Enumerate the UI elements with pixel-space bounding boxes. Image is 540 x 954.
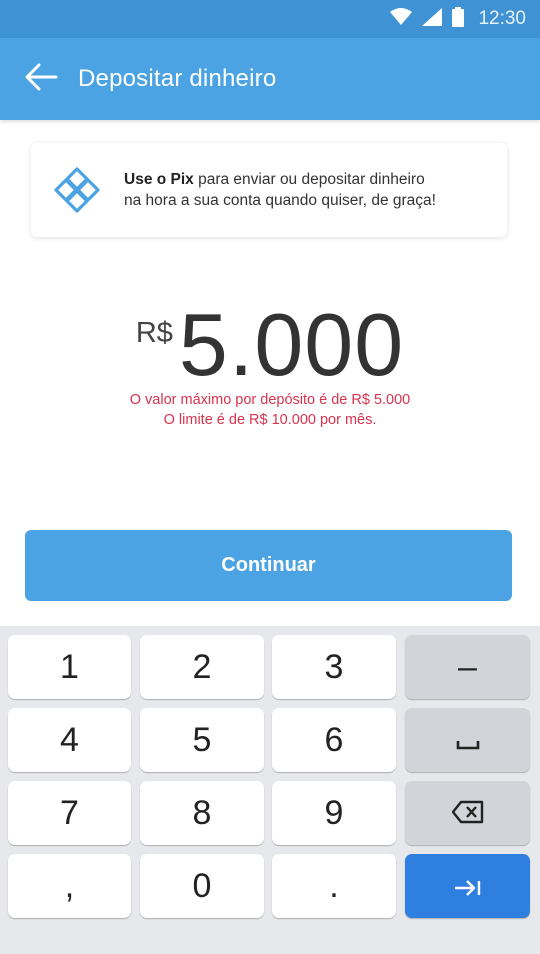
key-8[interactable]: 8 xyxy=(140,781,264,845)
next-tab-icon xyxy=(454,867,482,906)
pix-bold-text: Use o Pix xyxy=(124,171,194,188)
app-bar: Depositar dinheiro xyxy=(0,38,540,120)
signal-icon xyxy=(422,7,443,31)
limit-message: O valor máximo por depósito é de R$ 5.00… xyxy=(0,390,540,430)
page-title: Depositar dinheiro xyxy=(78,65,277,92)
currency-symbol: R$ xyxy=(135,317,173,349)
key-2[interactable]: 2 xyxy=(140,635,264,699)
numeric-keyboard: 1 2 3 – 4 5 6 7 8 9 , 0 . xyxy=(0,626,540,954)
key-minus[interactable]: – xyxy=(405,635,530,699)
key-9[interactable]: 9 xyxy=(272,781,396,845)
continue-button[interactable]: Continuar xyxy=(25,530,512,601)
status-bar: 12:30 xyxy=(0,0,540,38)
key-0[interactable]: 0 xyxy=(140,854,264,918)
key-backspace[interactable] xyxy=(405,781,530,845)
key-4[interactable]: 4 xyxy=(8,708,131,772)
battery-icon xyxy=(452,6,465,32)
amount-value: 5.000 xyxy=(178,295,405,394)
arrow-left-icon xyxy=(24,63,58,96)
space-icon xyxy=(456,721,480,760)
pix-icon xyxy=(53,166,101,214)
pix-info-card: Use o Pix para enviar ou depositar dinhe… xyxy=(31,143,507,237)
key-6[interactable]: 6 xyxy=(272,708,396,772)
key-space[interactable] xyxy=(405,708,530,772)
pix-text-line1: para enviar ou depositar dinheiro xyxy=(193,171,425,188)
key-next[interactable] xyxy=(405,854,530,918)
pix-info-text: Use o Pix para enviar ou depositar dinhe… xyxy=(124,169,436,211)
key-period[interactable]: . xyxy=(272,854,396,918)
key-comma[interactable]: , xyxy=(8,854,131,918)
key-1[interactable]: 1 xyxy=(8,635,131,699)
key-5[interactable]: 5 xyxy=(140,708,264,772)
backspace-icon xyxy=(451,794,484,833)
wifi-icon xyxy=(390,7,413,31)
pix-text-line2: na hora a sua conta quando quiser, de gr… xyxy=(124,192,436,209)
key-7[interactable]: 7 xyxy=(8,781,131,845)
limit-message-line1: O valor máximo por depósito é de R$ 5.00… xyxy=(129,392,411,408)
key-3[interactable]: 3 xyxy=(272,635,396,699)
status-time: 12:30 xyxy=(478,8,526,29)
limit-message-line2: O limite é de R$ 10.000 por mês. xyxy=(163,412,377,428)
back-button[interactable] xyxy=(24,59,64,99)
amount-display[interactable]: R$ 5.000 xyxy=(0,300,540,390)
